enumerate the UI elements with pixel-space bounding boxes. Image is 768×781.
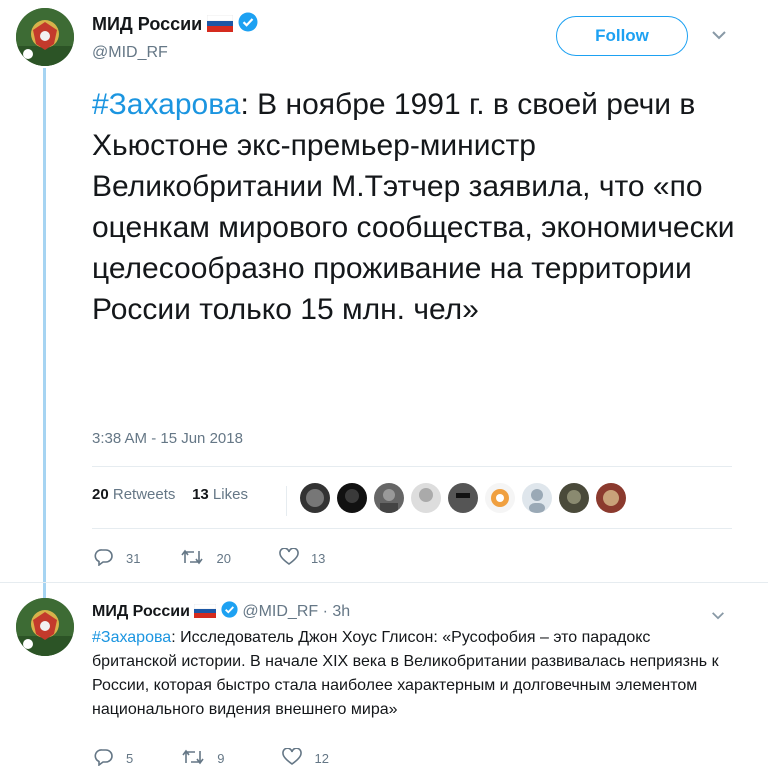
like-icon xyxy=(279,547,311,569)
liker-avatar[interactable] xyxy=(300,483,330,513)
liker-avatar[interactable] xyxy=(596,483,626,513)
chevron-down-icon[interactable] xyxy=(710,28,728,46)
reply-count: 5 xyxy=(126,751,134,766)
reply-tweet-actions: 5 9 12 xyxy=(94,747,363,769)
like-button[interactable]: 12 xyxy=(282,747,329,769)
liker-avatar[interactable] xyxy=(411,483,441,513)
hashtag-link[interactable]: #Захарова xyxy=(92,629,171,646)
verified-badge-icon xyxy=(238,12,258,37)
divider xyxy=(92,528,732,529)
divider xyxy=(0,582,768,583)
liker-avatar[interactable] xyxy=(448,483,478,513)
tweet-timestamp[interactable]: 3:38 AM - 15 Jun 2018 xyxy=(92,430,243,447)
author-name[interactable]: МИД России xyxy=(92,12,258,37)
verified-badge-icon xyxy=(221,601,238,623)
liker-avatar[interactable] xyxy=(374,483,404,513)
hashtag-link[interactable]: #Захарова xyxy=(92,88,241,121)
tweet-text: #Захарова: В ноябре 1991 г. в своей речи… xyxy=(92,84,742,330)
reply-tweet-text: #Захарова: Исследователь Джон Хоус Глисо… xyxy=(92,626,732,722)
liker-avatar[interactable] xyxy=(485,483,515,513)
tweet-stats: 20 Retweets 13 Likes xyxy=(92,486,248,503)
tweet-actions: 31 20 13 xyxy=(94,547,359,569)
chevron-down-icon[interactable] xyxy=(710,608,726,626)
retweet-icon xyxy=(180,548,216,569)
reply-tweet-body: : Исследователь Джон Хоус Глисон: «Русоф… xyxy=(92,629,719,718)
liker-avatar[interactable] xyxy=(337,483,367,513)
tweet-body: : В ноябре 1991 г. в своей речи в Хьюсто… xyxy=(92,88,735,326)
like-count: 13 xyxy=(310,551,326,566)
reply-icon xyxy=(94,748,126,769)
like-icon xyxy=(282,747,314,769)
retweet-button[interactable]: 20 xyxy=(180,548,231,569)
likers-avatars xyxy=(300,483,633,513)
reply-author-name[interactable]: МИД России @MID_RF · 3h xyxy=(92,601,350,623)
russian-flag-icon xyxy=(194,603,217,623)
author-name-text[interactable]: МИД России xyxy=(92,14,202,34)
likes-stat[interactable]: 13 Likes xyxy=(192,486,248,503)
reply-count: 31 xyxy=(126,551,141,566)
russian-flag-icon xyxy=(207,14,234,37)
reply-button[interactable]: 31 xyxy=(94,548,140,569)
retweet-button[interactable]: 9 xyxy=(181,748,224,769)
reply-author-name-text[interactable]: МИД России xyxy=(92,603,190,620)
reply-author-handle[interactable]: @MID_RF xyxy=(242,603,318,620)
follow-button[interactable]: Follow xyxy=(556,16,688,56)
author-handle[interactable]: @MID_RF xyxy=(92,44,168,62)
like-count: 12 xyxy=(314,751,329,766)
liker-avatar[interactable] xyxy=(559,483,589,513)
reply-time[interactable]: · 3h xyxy=(323,603,351,620)
stats-separator xyxy=(286,486,287,516)
like-button[interactable]: 13 xyxy=(279,547,326,569)
avatar[interactable] xyxy=(16,598,74,656)
retweets-stat[interactable]: 20 Retweets xyxy=(92,486,175,503)
thread-connector xyxy=(43,68,46,598)
avatar[interactable] xyxy=(16,8,74,66)
reply-button[interactable]: 5 xyxy=(94,748,133,769)
retweet-count: 20 xyxy=(216,551,231,566)
divider xyxy=(92,466,732,467)
retweet-count: 9 xyxy=(217,751,225,766)
reply-icon xyxy=(94,548,126,569)
liker-avatar[interactable] xyxy=(522,483,552,513)
retweet-icon xyxy=(181,748,217,769)
